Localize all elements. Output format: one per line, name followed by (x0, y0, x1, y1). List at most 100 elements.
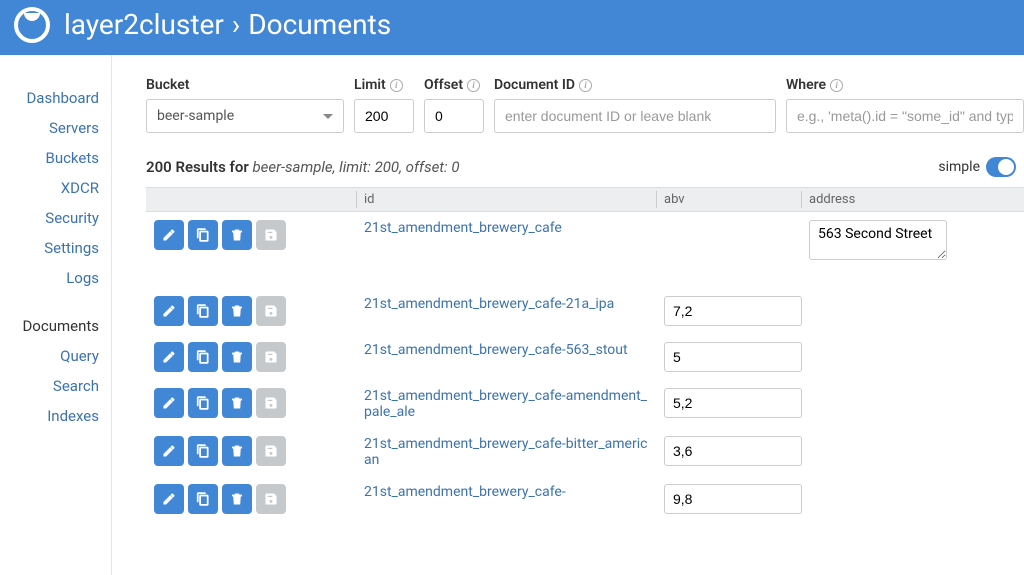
abv-input[interactable] (664, 388, 802, 418)
limit-input[interactable] (354, 99, 414, 133)
delete-button[interactable] (222, 484, 252, 514)
edit-button[interactable] (154, 342, 184, 372)
save-button (256, 484, 286, 514)
delete-button[interactable] (222, 388, 252, 418)
main-content: Bucket beer-sample Limit i Offset i (112, 55, 1024, 575)
document-id-link[interactable]: 21st_amendment_brewery_cafe-amendment_pa… (364, 388, 648, 420)
row-actions (146, 428, 356, 476)
sidebar-item-settings[interactable]: Settings (0, 233, 99, 263)
where-input[interactable] (786, 99, 1024, 133)
delete-button[interactable] (222, 436, 252, 466)
bucket-select[interactable]: beer-sample (146, 99, 344, 133)
copy-button[interactable] (188, 388, 218, 418)
copy-icon (196, 304, 210, 318)
edit-button[interactable] (154, 296, 184, 326)
info-icon[interactable]: i (830, 79, 843, 92)
delete-button[interactable] (222, 296, 252, 326)
copy-icon (196, 492, 210, 506)
info-icon[interactable]: i (390, 79, 403, 92)
save-icon (264, 396, 278, 410)
column-header-address[interactable]: address (801, 187, 1024, 212)
edit-button[interactable] (154, 484, 184, 514)
sidebar-item-indexes[interactable]: Indexes (0, 401, 99, 431)
copy-button[interactable] (188, 220, 218, 250)
column-header-actions (146, 187, 356, 212)
row-actions (146, 380, 356, 428)
sidebar-item-logs[interactable]: Logs (0, 263, 99, 293)
toggle-pill-icon (986, 157, 1016, 177)
save-icon (264, 228, 278, 242)
where-label: Where i (786, 77, 1024, 93)
delete-icon (230, 444, 244, 458)
couchbase-logo-icon (14, 7, 50, 43)
copy-icon (196, 228, 210, 242)
offset-input[interactable] (424, 99, 484, 133)
delete-icon (230, 228, 244, 242)
results-grid: id abv address 21st_amendment_brewery_ca… (146, 187, 1024, 522)
sidebar-item-dashboard[interactable]: Dashboard (0, 83, 99, 113)
edit-icon (162, 304, 176, 318)
cluster-name[interactable]: layer2cluster (64, 8, 224, 41)
abv-input[interactable] (664, 342, 802, 372)
address-input[interactable] (809, 220, 947, 260)
info-icon[interactable]: i (467, 79, 480, 92)
results-summary: 200 Results for beer-sample, limit: 200,… (146, 157, 1024, 177)
copy-icon (196, 444, 210, 458)
delete-button[interactable] (222, 220, 252, 250)
save-button (256, 436, 286, 466)
sidebar-item-search[interactable]: Search (0, 371, 99, 401)
document-id-link[interactable]: 21st_amendment_brewery_cafe (364, 220, 562, 236)
edit-icon (162, 396, 176, 410)
sidebar-item-security[interactable]: Security (0, 203, 99, 233)
sidebar-item-documents[interactable]: Documents (0, 311, 99, 341)
info-icon[interactable]: i (579, 79, 592, 92)
save-icon (264, 350, 278, 364)
delete-button[interactable] (222, 342, 252, 372)
copy-button[interactable] (188, 342, 218, 372)
copy-button[interactable] (188, 296, 218, 326)
copy-button[interactable] (188, 484, 218, 514)
edit-button[interactable] (154, 436, 184, 466)
abv-input[interactable] (664, 484, 802, 514)
chevron-right-icon: › (232, 8, 240, 41)
document-id-link[interactable]: 21st_amendment_brewery_cafe-563_stout (364, 342, 628, 358)
section-title: Documents (248, 8, 391, 41)
delete-icon (230, 492, 244, 506)
save-button (256, 220, 286, 250)
column-header-id[interactable]: id (356, 187, 656, 212)
sidebar-item-servers[interactable]: Servers (0, 113, 99, 143)
view-toggle[interactable]: simple (938, 157, 1016, 177)
delete-icon (230, 304, 244, 318)
abv-input[interactable] (664, 436, 802, 466)
edit-icon (162, 350, 176, 364)
edit-button[interactable] (154, 388, 184, 418)
offset-label: Offset i (424, 77, 484, 93)
delete-icon (230, 396, 244, 410)
sidebar-item-buckets[interactable]: Buckets (0, 143, 99, 173)
row-actions (146, 476, 356, 522)
delete-icon (230, 350, 244, 364)
edit-button[interactable] (154, 220, 184, 250)
row-actions (146, 212, 356, 288)
copy-button[interactable] (188, 436, 218, 466)
edit-icon (162, 444, 176, 458)
copy-icon (196, 350, 210, 364)
sidebar-nav: DashboardServersBucketsXDCRSecuritySetti… (0, 55, 112, 575)
save-icon (264, 444, 278, 458)
save-icon (264, 304, 278, 318)
sidebar-item-query[interactable]: Query (0, 341, 99, 371)
abv-input[interactable] (664, 296, 802, 326)
document-id-input[interactable] (494, 99, 776, 133)
document-id-link[interactable]: 21st_amendment_brewery_cafe-21a_ipa (364, 296, 614, 312)
save-button (256, 342, 286, 372)
filter-bar: Bucket beer-sample Limit i Offset i (146, 77, 1024, 133)
document-id-link[interactable]: 21st_amendment_brewery_cafe-bitter_ameri… (364, 436, 648, 468)
column-header-abv[interactable]: abv (656, 187, 801, 212)
document-id-link[interactable]: 21st_amendment_brewery_cafe- (364, 484, 566, 500)
document-id-label: Document ID i (494, 77, 776, 93)
app-header: layer2cluster › Documents (0, 0, 1024, 55)
chevron-down-icon (323, 114, 333, 119)
edit-icon (162, 228, 176, 242)
sidebar-item-xdcr[interactable]: XDCR (0, 173, 99, 203)
copy-icon (196, 396, 210, 410)
